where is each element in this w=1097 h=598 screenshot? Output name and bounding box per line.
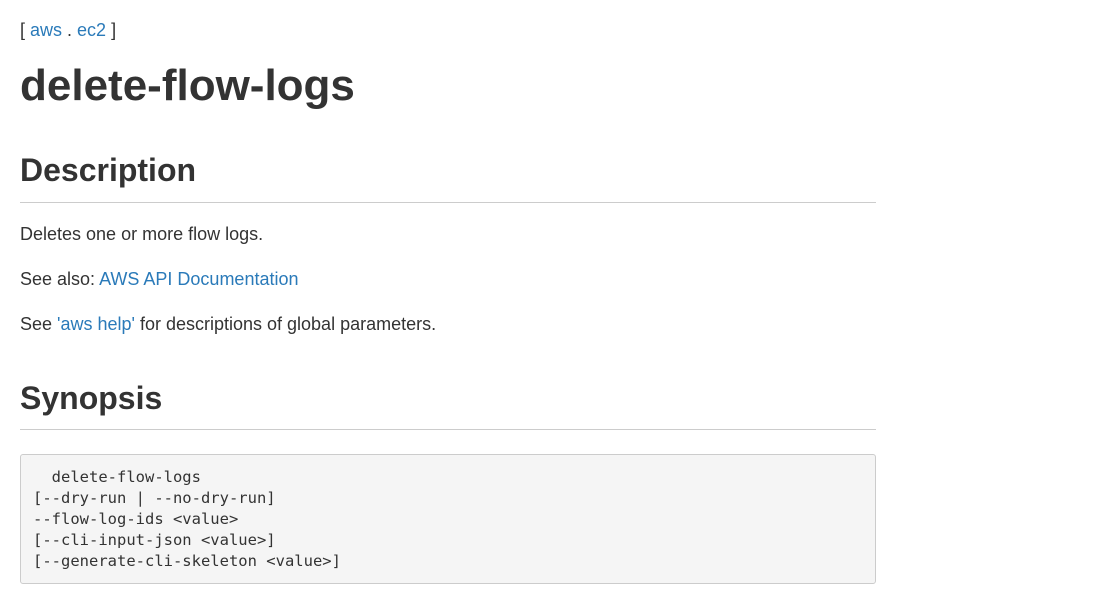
synopsis-heading: Synopsis — [20, 380, 163, 416]
aws-api-documentation-link[interactable]: AWS API Documentation — [99, 269, 298, 289]
aws-help-link[interactable]: 'aws help' — [57, 314, 135, 334]
synopsis-line-generate-cli-skeleton: [--generate-cli-skeleton <value>] — [33, 552, 341, 570]
description-heading: Description — [20, 152, 197, 188]
synopsis-divider — [20, 429, 876, 430]
description-divider — [20, 202, 876, 203]
breadcrumb: [ aws . ec2 ] — [20, 17, 116, 43]
breadcrumb-open: [ — [20, 20, 31, 40]
help-prefix: See — [20, 314, 58, 334]
description-summary: Deletes one or more flow logs. — [20, 224, 264, 244]
synopsis-line-command: delete-flow-logs — [33, 468, 201, 486]
see-also-paragraph: See also: AWS API Documentation — [20, 266, 299, 292]
breadcrumb-separator: . — [62, 20, 78, 40]
synopsis-code: delete-flow-logs [--dry-run | --no-dry-ru… — [21, 455, 875, 572]
see-also-prefix: See also: — [20, 269, 100, 289]
synopsis-line-flow-log-ids: --flow-log-ids <value> — [33, 510, 239, 528]
page-title: delete-flow-logs — [20, 61, 355, 110]
help-suffix: for descriptions of global parameters. — [134, 314, 437, 334]
breadcrumb-close: ] — [106, 20, 117, 40]
breadcrumb-link-ec2[interactable]: ec2 — [77, 20, 106, 40]
synopsis-line-cli-input-json: [--cli-input-json <value>] — [33, 531, 276, 549]
synopsis-line-dry-run: [--dry-run | --no-dry-run] — [33, 489, 276, 507]
global-params-paragraph: See 'aws help' for descriptions of globa… — [20, 311, 436, 337]
synopsis-code-block: delete-flow-logs [--dry-run | --no-dry-ru… — [20, 454, 876, 584]
breadcrumb-link-aws[interactable]: aws — [30, 20, 62, 40]
